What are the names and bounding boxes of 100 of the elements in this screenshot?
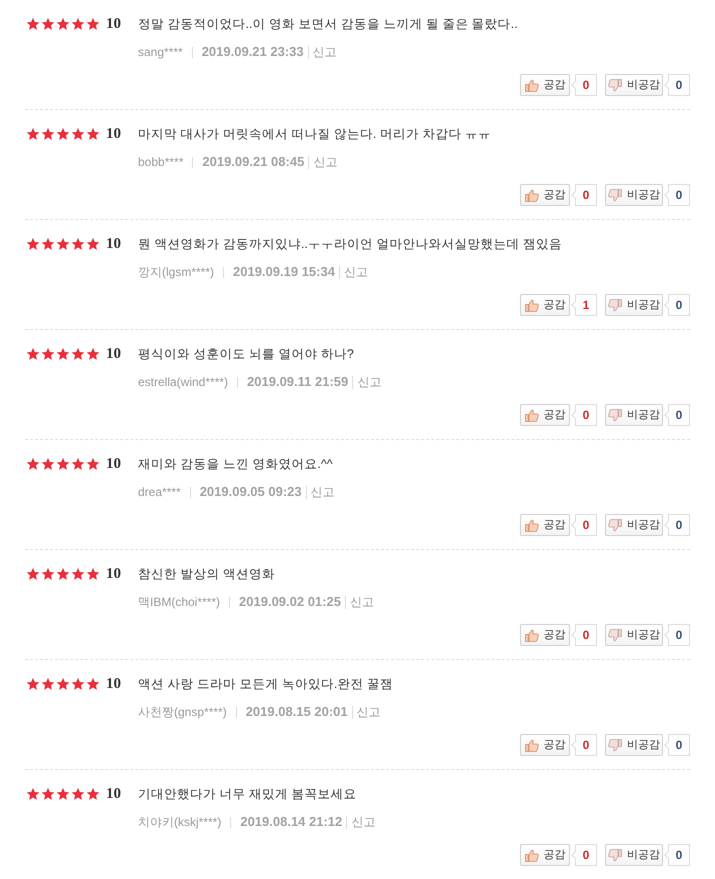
dislike-button[interactable]: 비공감 — [605, 734, 663, 756]
review-text: 기대안했다가 너무 재밌게 봄꼭보세요 — [138, 786, 356, 803]
star-icon — [56, 127, 70, 141]
star-icon — [86, 127, 100, 141]
like-button[interactable]: 공감 — [520, 294, 570, 316]
thumbs-up-icon — [524, 628, 538, 642]
review-date: 2019.09.05 09:23 — [200, 483, 302, 502]
thumbs-up-icon — [524, 78, 538, 92]
star-icon — [56, 347, 70, 361]
star-icon — [86, 787, 100, 801]
dislike-button[interactable]: 비공감 — [605, 624, 663, 646]
review-text: 액션 사랑 드라마 모든게 녹아있다.완전 꿀잼 — [138, 676, 393, 693]
star-icon — [26, 787, 40, 801]
review-date: 2019.09.11 21:59 — [247, 373, 348, 392]
star-icon — [26, 457, 40, 471]
like-button[interactable]: 공감 — [520, 74, 570, 96]
star-icon — [71, 787, 85, 801]
like-button[interactable]: 공감 — [520, 844, 570, 866]
rating-score: 10 — [106, 456, 121, 472]
review-text: 참신한 발상의 액션영화 — [138, 566, 275, 583]
star-icon — [56, 17, 70, 31]
dislike-button[interactable]: 비공감 — [605, 184, 663, 206]
thumbs-up-icon — [524, 738, 538, 752]
like-button[interactable]: 공감 — [520, 624, 570, 646]
thumbs-down-icon — [608, 78, 622, 92]
star-icon — [41, 347, 55, 361]
rating-score: 10 — [106, 676, 121, 692]
star-icon — [41, 787, 55, 801]
star-icon — [71, 127, 85, 141]
star-icon — [71, 347, 85, 361]
review-text: 마지막 대사가 머릿속에서 떠나질 않는다. 머리가 차갑다 ㅠㅠ — [138, 126, 491, 143]
star-icon — [41, 127, 55, 141]
star-icon — [41, 237, 55, 251]
star-icon — [86, 457, 100, 471]
dislike-count: 0 — [664, 844, 690, 866]
like-count: 0 — [571, 514, 597, 536]
dislike-button[interactable]: 비공감 — [605, 294, 663, 316]
star-icon — [71, 457, 85, 471]
rating-score: 10 — [106, 566, 121, 582]
dislike-button[interactable]: 비공감 — [605, 514, 663, 536]
thumbs-up-icon — [524, 298, 538, 312]
like-count: 0 — [571, 844, 597, 866]
star-icon — [41, 457, 55, 471]
dislike-count: 0 — [664, 734, 690, 756]
like-button[interactable]: 공감 — [520, 404, 570, 426]
thumbs-down-icon — [608, 408, 622, 422]
dislike-count: 0 — [664, 624, 690, 646]
like-button[interactable]: 공감 — [520, 514, 570, 536]
like-count: 0 — [571, 404, 597, 426]
like-button[interactable]: 공감 — [520, 734, 570, 756]
star-icon — [86, 17, 100, 31]
star-icon — [71, 237, 85, 251]
star-icon — [41, 677, 55, 691]
thumbs-down-icon — [608, 848, 622, 862]
star-icon — [56, 677, 70, 691]
dislike-count: 0 — [664, 74, 690, 96]
thumbs-up-icon — [524, 188, 538, 202]
like-count: 0 — [571, 624, 597, 646]
review-text: 정말 감동적이었다..이 영화 보면서 감동을 느끼게 될 줄은 몰랐다.. — [138, 16, 518, 33]
star-icon — [56, 457, 70, 471]
review-text: 뭔 액션영화가 감동까지있냐..ㅜㅜ라이언 얼마안나와서실망했는데 잼있음 — [138, 236, 562, 253]
rating-score: 10 — [106, 236, 121, 252]
dislike-count: 0 — [664, 184, 690, 206]
like-count: 0 — [571, 734, 597, 756]
star-icon — [86, 567, 100, 581]
thumbs-down-icon — [608, 298, 622, 312]
like-count: 0 — [571, 74, 597, 96]
dislike-button[interactable]: 비공감 — [605, 844, 663, 866]
star-icon — [26, 237, 40, 251]
thumbs-down-icon — [608, 518, 622, 532]
star-icon — [26, 127, 40, 141]
rating-score: 10 — [106, 786, 121, 802]
star-icon — [41, 17, 55, 31]
thumbs-up-icon — [524, 408, 538, 422]
rating-score: 10 — [106, 16, 121, 32]
dislike-count: 0 — [664, 404, 690, 426]
star-icon — [56, 787, 70, 801]
like-button[interactable]: 공감 — [520, 184, 570, 206]
review-date: 2019.08.14 21:12 — [240, 813, 342, 832]
review-text: 평식이와 성훈이도 뇌를 열어야 하나? — [138, 346, 354, 363]
dislike-count: 0 — [664, 294, 690, 316]
star-icon — [26, 347, 40, 361]
thumbs-up-icon — [524, 848, 538, 862]
review-date: 2019.08.15 20:01 — [246, 703, 348, 722]
review-date: 2019.09.02 01:25 — [239, 593, 341, 612]
star-icon — [26, 677, 40, 691]
star-icon — [41, 567, 55, 581]
star-icon — [26, 567, 40, 581]
star-icon — [86, 677, 100, 691]
thumbs-up-icon — [524, 518, 538, 532]
review-date: 2019.09.21 08:45 — [202, 153, 304, 172]
thumbs-down-icon — [608, 628, 622, 642]
rating-score: 10 — [106, 346, 121, 362]
star-icon — [86, 237, 100, 251]
dislike-button[interactable]: 비공감 — [605, 74, 663, 96]
thumbs-down-icon — [608, 738, 622, 752]
dislike-button[interactable]: 비공감 — [605, 404, 663, 426]
rating-score: 10 — [106, 126, 121, 142]
star-icon — [56, 567, 70, 581]
review-date: 2019.09.21 23:33 — [202, 43, 304, 62]
